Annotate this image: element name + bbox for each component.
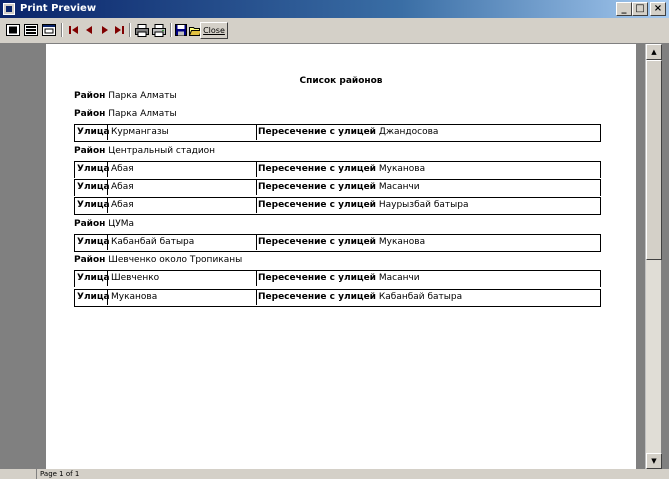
window-title: Print Preview	[20, 3, 97, 14]
street-label: Улица	[77, 290, 110, 305]
intersection-street: Муканова	[378, 164, 426, 174]
intersection-street: Кабанбай батыра	[378, 292, 463, 302]
street-row: Улица Абая Пересечение с улицей Масанчи	[74, 179, 601, 196]
intersection-label: Пересечение с улицей	[258, 292, 376, 302]
street-row: Улица Абая Пересечение с улицей Наурызбай …	[74, 197, 601, 215]
street-label: Улица	[77, 180, 110, 195]
close-button[interactable]: Close	[200, 22, 228, 39]
intersection-label: Пересечение с улицей	[258, 182, 376, 192]
street-name: Абая	[111, 182, 134, 192]
whole-page-icon[interactable]	[5, 22, 21, 38]
app-icon	[3, 3, 15, 15]
scroll-up-button[interactable]: ▲	[646, 44, 662, 60]
maximize-button[interactable]: □	[632, 2, 648, 16]
page-indicator: Page 1 of 1	[36, 469, 79, 479]
street-name: Курмангазы	[111, 127, 169, 137]
print-setup-icon[interactable]	[134, 22, 150, 38]
intersection-street: Джандосова	[378, 127, 439, 137]
district-label: Район	[74, 91, 106, 101]
scroll-thumb[interactable]	[646, 60, 662, 260]
street-name: Шевченко	[111, 273, 160, 283]
minimize-button[interactable]: _	[616, 2, 632, 16]
intersection-label: Пересечение с улицей	[258, 200, 376, 210]
intersection-label: Пересечение с улицей	[258, 127, 376, 137]
district-row: Район Парка Алматы	[74, 88, 177, 104]
intersection-street: Масанчи	[378, 182, 420, 192]
street-name: Абая	[111, 164, 134, 174]
intersection-cell: Пересечение с улицей Муканова	[256, 235, 425, 250]
report-page: Список районов Район Парка Алматы Район П…	[46, 44, 636, 469]
window-controls: _ □ ×	[616, 2, 666, 16]
intersection-label: Пересечение с улицей	[258, 164, 376, 174]
district-row: Район ЦУМа	[74, 216, 134, 232]
preview-area: Список районов Район Парка Алматы Район П…	[0, 44, 669, 469]
street-label: Улица	[77, 198, 110, 213]
close-window-button[interactable]: ×	[650, 2, 666, 16]
page-width-icon[interactable]	[23, 22, 39, 38]
district-name: Парка Алматы	[108, 91, 177, 101]
toolbar-separator	[129, 23, 131, 37]
save-icon[interactable]	[174, 22, 188, 38]
district-name: ЦУМа	[108, 219, 135, 229]
intersection-cell: Пересечение с улицей Наурызбай батыра	[256, 198, 469, 213]
district-label: Район	[74, 146, 106, 156]
intersection-cell: Пересечение с улицей Джандосова	[256, 125, 438, 140]
district-label: Район	[74, 255, 106, 265]
street-name: Абая	[111, 200, 134, 210]
street-row: Улица Муканова Пересечение с улицей Кабанб…	[74, 289, 601, 307]
district-row: Район Парка Алматы	[74, 106, 177, 122]
last-page-icon[interactable]	[113, 22, 125, 38]
district-row: Район Центральный стадион	[74, 143, 215, 159]
intersection-street: Масанчи	[378, 273, 420, 283]
street-row: Улица Абая Пересечение с улицей Муканова	[74, 161, 601, 178]
street-name: Муканова	[111, 292, 158, 302]
street-label: Улица	[77, 162, 110, 177]
intersection-label: Пересечение с улицей	[258, 273, 376, 283]
intersection-street: Муканова	[378, 237, 426, 247]
street-row: Улица Курмангазы Пересечение с улицей Джан…	[74, 124, 601, 142]
preview-viewport[interactable]: Список районов Район Парка Алматы Район П…	[10, 44, 646, 469]
district-name: Парка Алматы	[108, 109, 177, 119]
street-name: Кабанбай батыра	[111, 237, 195, 247]
intersection-cell: Пересечение с улицей Муканова	[256, 162, 425, 177]
toolbar-separator	[170, 23, 172, 37]
intersection-cell: Пересечение с улицей Кабанбай батыра	[256, 290, 462, 305]
print-icon[interactable]	[151, 22, 167, 38]
street-label: Улица	[77, 125, 110, 140]
status-bar: Page 1 of 1	[0, 469, 669, 479]
first-page-icon[interactable]	[67, 22, 79, 38]
street-label: Улица	[77, 271, 110, 286]
street-row: Улица Шевченко Пересечение с улицей Масанч…	[74, 270, 601, 287]
zoom-100-icon[interactable]	[41, 22, 57, 38]
next-page-icon[interactable]	[99, 22, 111, 38]
intersection-cell: Пересечение с улицей Масанчи	[256, 180, 420, 195]
street-label: Улица	[77, 235, 110, 250]
toolbar: Close	[0, 18, 669, 44]
vertical-scrollbar[interactable]: ▲ ▼	[645, 44, 662, 469]
district-label: Район	[74, 109, 106, 119]
street-row: Улица Кабанбай батыра Пересечение с улицей…	[74, 234, 601, 252]
intersection-label: Пересечение с улицей	[258, 237, 376, 247]
title-bar: Print Preview _ □ ×	[0, 0, 669, 18]
previous-page-icon[interactable]	[83, 22, 95, 38]
district-row: Район Шевченко около Тропиканы	[74, 252, 242, 268]
district-label: Район	[74, 219, 106, 229]
intersection-cell: Пересечение с улицей Масанчи	[256, 271, 420, 286]
district-name: Центральный стадион	[108, 146, 216, 156]
toolbar-separator	[61, 23, 63, 37]
report-title: Список районов	[299, 76, 383, 86]
scroll-down-button[interactable]: ▼	[646, 453, 662, 469]
intersection-street: Наурызбай батыра	[378, 200, 469, 210]
district-name: Шевченко около Тропиканы	[108, 255, 243, 265]
